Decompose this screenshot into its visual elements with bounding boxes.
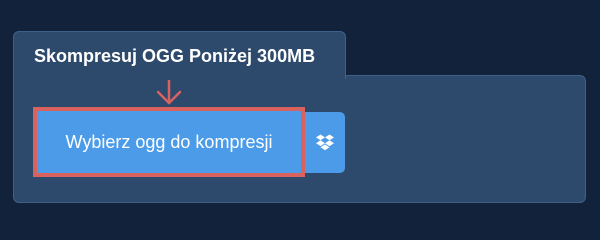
panel-title: Skompresuj OGG Poniżej 300MB [34, 46, 316, 66]
dropbox-button[interactable] [304, 112, 345, 173]
arrow-down-icon [156, 80, 182, 105]
dropbox-icon [315, 134, 334, 150]
choose-ogg-button[interactable]: Wybierz ogg do kompresji [33, 107, 305, 177]
tab-seam [14, 74, 345, 78]
choose-ogg-button-label: Wybierz ogg do kompresji [65, 131, 273, 152]
